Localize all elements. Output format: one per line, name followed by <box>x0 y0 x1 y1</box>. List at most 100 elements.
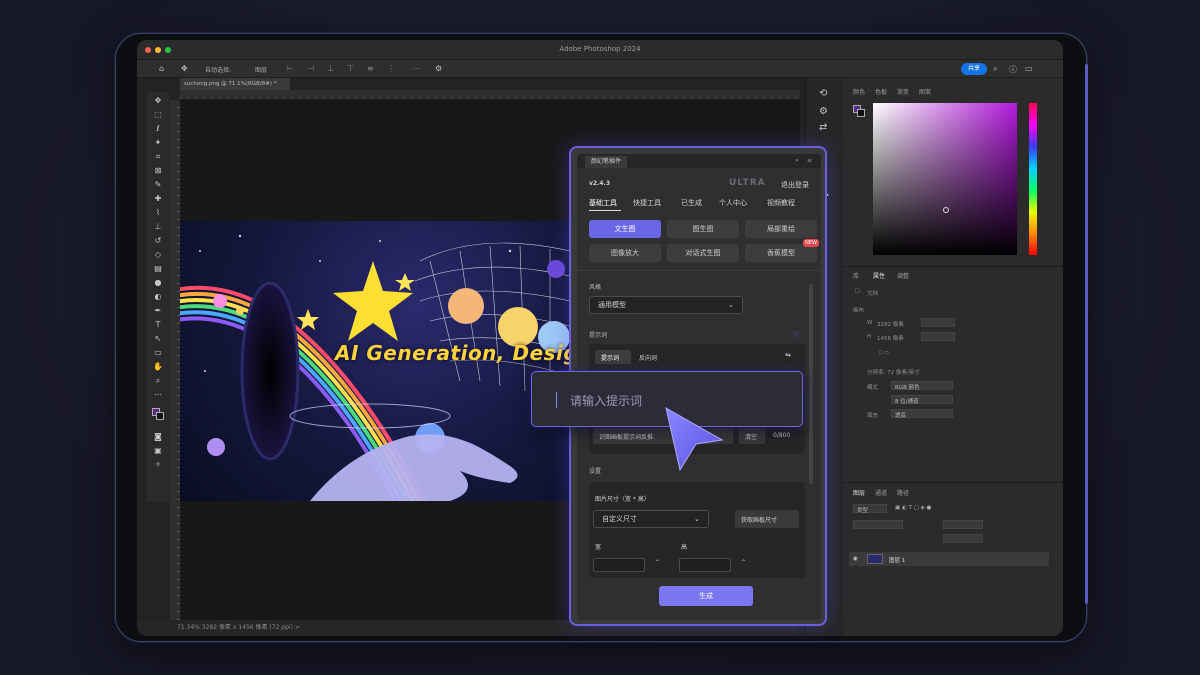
path-select-icon[interactable]: ↖ <box>152 334 164 344</box>
translate-icon[interactable]: ⇋ <box>785 351 791 359</box>
quick-mask-icon[interactable]: ◙ <box>152 432 164 442</box>
align-right-icon[interactable]: ⊥ <box>327 64 334 73</box>
plugin-scrollbar[interactable] <box>809 284 813 484</box>
eyedropper-icon[interactable]: ✎ <box>152 180 164 190</box>
move-tool-icon[interactable]: ✥ <box>181 64 188 73</box>
background-color-swatch[interactable] <box>857 109 865 117</box>
width-input[interactable] <box>593 558 645 572</box>
stamp-tool-icon[interactable]: ⊥ <box>152 222 164 232</box>
panel-menu-icon[interactable]: ≡ <box>807 157 812 164</box>
history-icon[interactable]: ⟲ <box>819 88 827 99</box>
home-icon[interactable]: ⌂ <box>159 64 164 73</box>
document-tab[interactable]: sucheng.png @ 71.1%(RGB/8#) * <box>180 78 290 90</box>
more-tools-icon[interactable]: ⋯ <box>152 390 164 400</box>
crop-tool-icon[interactable]: ⌗ <box>152 152 164 162</box>
tab-prompt[interactable]: 提示词 <box>595 350 631 364</box>
height-input[interactable] <box>679 558 731 572</box>
properties-icon[interactable]: ⚙ <box>819 106 828 117</box>
share-button[interactable]: 共享 <box>961 63 987 75</box>
nav-generated[interactable]: 已生成 <box>681 198 702 208</box>
layer-row[interactable]: ◉ 图层 1 <box>849 552 1049 566</box>
move-tool-icon[interactable]: ✥ <box>152 96 164 106</box>
hue-slider[interactable] <box>1029 103 1037 255</box>
generate-button[interactable]: 生成 <box>659 586 753 606</box>
pen-tool-icon[interactable]: ✒ <box>152 306 164 316</box>
opacity-field[interactable] <box>943 520 983 529</box>
canvas-artwork[interactable]: AI Generation, Design <box>180 221 575 501</box>
settings-gear-icon[interactable]: ⚙ <box>435 64 442 73</box>
align-left-icon[interactable]: ⊢ <box>287 64 294 73</box>
nav-quick-tools[interactable]: 快捷工具 <box>633 198 661 208</box>
mode-chat-generate[interactable]: 对话式生图 <box>667 244 739 262</box>
tab-properties[interactable]: 属性 <box>873 271 885 280</box>
x-field[interactable] <box>921 318 955 327</box>
logout-link[interactable]: 退出登录 <box>781 180 809 190</box>
blend-mode-select[interactable] <box>853 520 903 529</box>
height-stepper-up-icon[interactable]: ⌃ <box>741 559 746 566</box>
plugin-header-tab[interactable]: 颜幻笔插件 <box>585 156 628 168</box>
color-picker-handle[interactable] <box>943 207 949 213</box>
layer-select[interactable]: 图层 <box>255 65 267 74</box>
tab-negative-prompt[interactable]: 反向词 <box>639 353 657 362</box>
tab-channels[interactable]: 通道 <box>875 488 887 497</box>
workspace-icon[interactable]: ▭ <box>1025 64 1033 73</box>
nav-profile[interactable]: 个人中心 <box>719 198 747 208</box>
color-picker-field[interactable] <box>873 103 1017 255</box>
mode-banana-model[interactable]: 香蕉模型 NEW <box>745 239 819 262</box>
image-size-select[interactable]: 自定义尺寸 ⌄ <box>593 510 709 528</box>
help-icon[interactable]: ⓘ <box>793 330 799 339</box>
frame-tool-icon[interactable]: ⊠ <box>152 166 164 176</box>
layer-name[interactable]: 图层 1 <box>889 556 905 564</box>
adjustments-icon[interactable]: ⇄ <box>819 122 827 133</box>
dodge-tool-icon[interactable]: ◐ <box>152 292 164 302</box>
tab-libraries[interactable]: 库 <box>853 271 859 280</box>
tab-adjustments[interactable]: 调整 <box>897 271 909 280</box>
nav-basic-tools[interactable]: 基础工具 <box>589 198 617 208</box>
blur-tool-icon[interactable]: ● <box>152 278 164 288</box>
screen-mode-icon[interactable]: ▣ <box>152 446 164 456</box>
align-middle-icon[interactable]: ≡ <box>367 64 374 73</box>
history-brush-icon[interactable]: ↺ <box>152 236 164 246</box>
healing-brush-icon[interactable]: ✚ <box>152 194 164 204</box>
foreground-background-swatch[interactable] <box>152 408 164 420</box>
width-stepper-up-icon[interactable]: ⌃ <box>655 559 660 566</box>
more-options-icon[interactable]: ⋯ <box>413 64 421 73</box>
layer-filter-icons[interactable]: ▣ ◐ T ▢ ◈ ● <box>895 505 931 511</box>
search-icon[interactable]: ⌕ <box>993 64 997 74</box>
mode-image-to-image[interactable]: 图生图 <box>667 220 739 238</box>
fill-field[interactable] <box>943 534 983 543</box>
height-value[interactable]: 1456 像素 <box>877 334 904 342</box>
tab-swatches[interactable]: 色板 <box>875 87 887 96</box>
tab-color[interactable]: 颜色 <box>853 87 865 96</box>
tab-layers[interactable]: 图层 <box>853 488 865 497</box>
brush-tool-icon[interactable]: ⌇ <box>152 208 164 218</box>
marquee-tool-icon[interactable]: ⬚ <box>152 110 164 120</box>
lasso-tool-icon[interactable]: ℓ <box>152 124 164 134</box>
y-field[interactable] <box>921 332 955 341</box>
tab-paths[interactable]: 路径 <box>897 488 909 497</box>
gradient-tool-icon[interactable]: ▤ <box>152 264 164 274</box>
clear-button[interactable]: 清空 <box>739 428 765 444</box>
tab-patterns[interactable]: 图案 <box>919 87 931 96</box>
width-value[interactable]: 3282 像素 <box>877 320 904 328</box>
eraser-tool-icon[interactable]: ◇ <box>152 250 164 260</box>
distribute-icon[interactable]: ⋮ <box>387 64 395 73</box>
mode-inpaint[interactable]: 局部重绘 <box>745 220 817 238</box>
mode-upscale[interactable]: 图像放大 <box>589 244 661 262</box>
hand-tool-icon[interactable]: ✋ <box>152 362 164 372</box>
align-top-icon[interactable]: ⊤ <box>347 64 354 73</box>
tab-gradients[interactable]: 渐变 <box>897 87 909 96</box>
auto-select-label[interactable]: 自动选择: <box>205 65 231 74</box>
mode-text-to-image[interactable]: 文生图 <box>589 220 661 238</box>
collapse-panel-icon[interactable]: » <box>795 157 799 164</box>
get-canvas-size-button[interactable]: 获取画板尺寸 <box>735 510 799 528</box>
eye-icon[interactable]: ◉ <box>853 556 858 562</box>
generative-icon[interactable]: ✧ <box>152 460 164 470</box>
rectangle-tool-icon[interactable]: ▭ <box>152 348 164 358</box>
nav-video-tutorials[interactable]: 视频教程 <box>767 198 795 208</box>
learn-icon[interactable]: ⓘ <box>1009 64 1017 75</box>
style-select[interactable]: 通用模型 ⌄ <box>589 296 743 314</box>
align-center-icon[interactable]: ⊣ <box>307 64 314 73</box>
magic-wand-icon[interactable]: ✦ <box>152 138 164 148</box>
type-tool-icon[interactable]: T <box>152 320 164 330</box>
